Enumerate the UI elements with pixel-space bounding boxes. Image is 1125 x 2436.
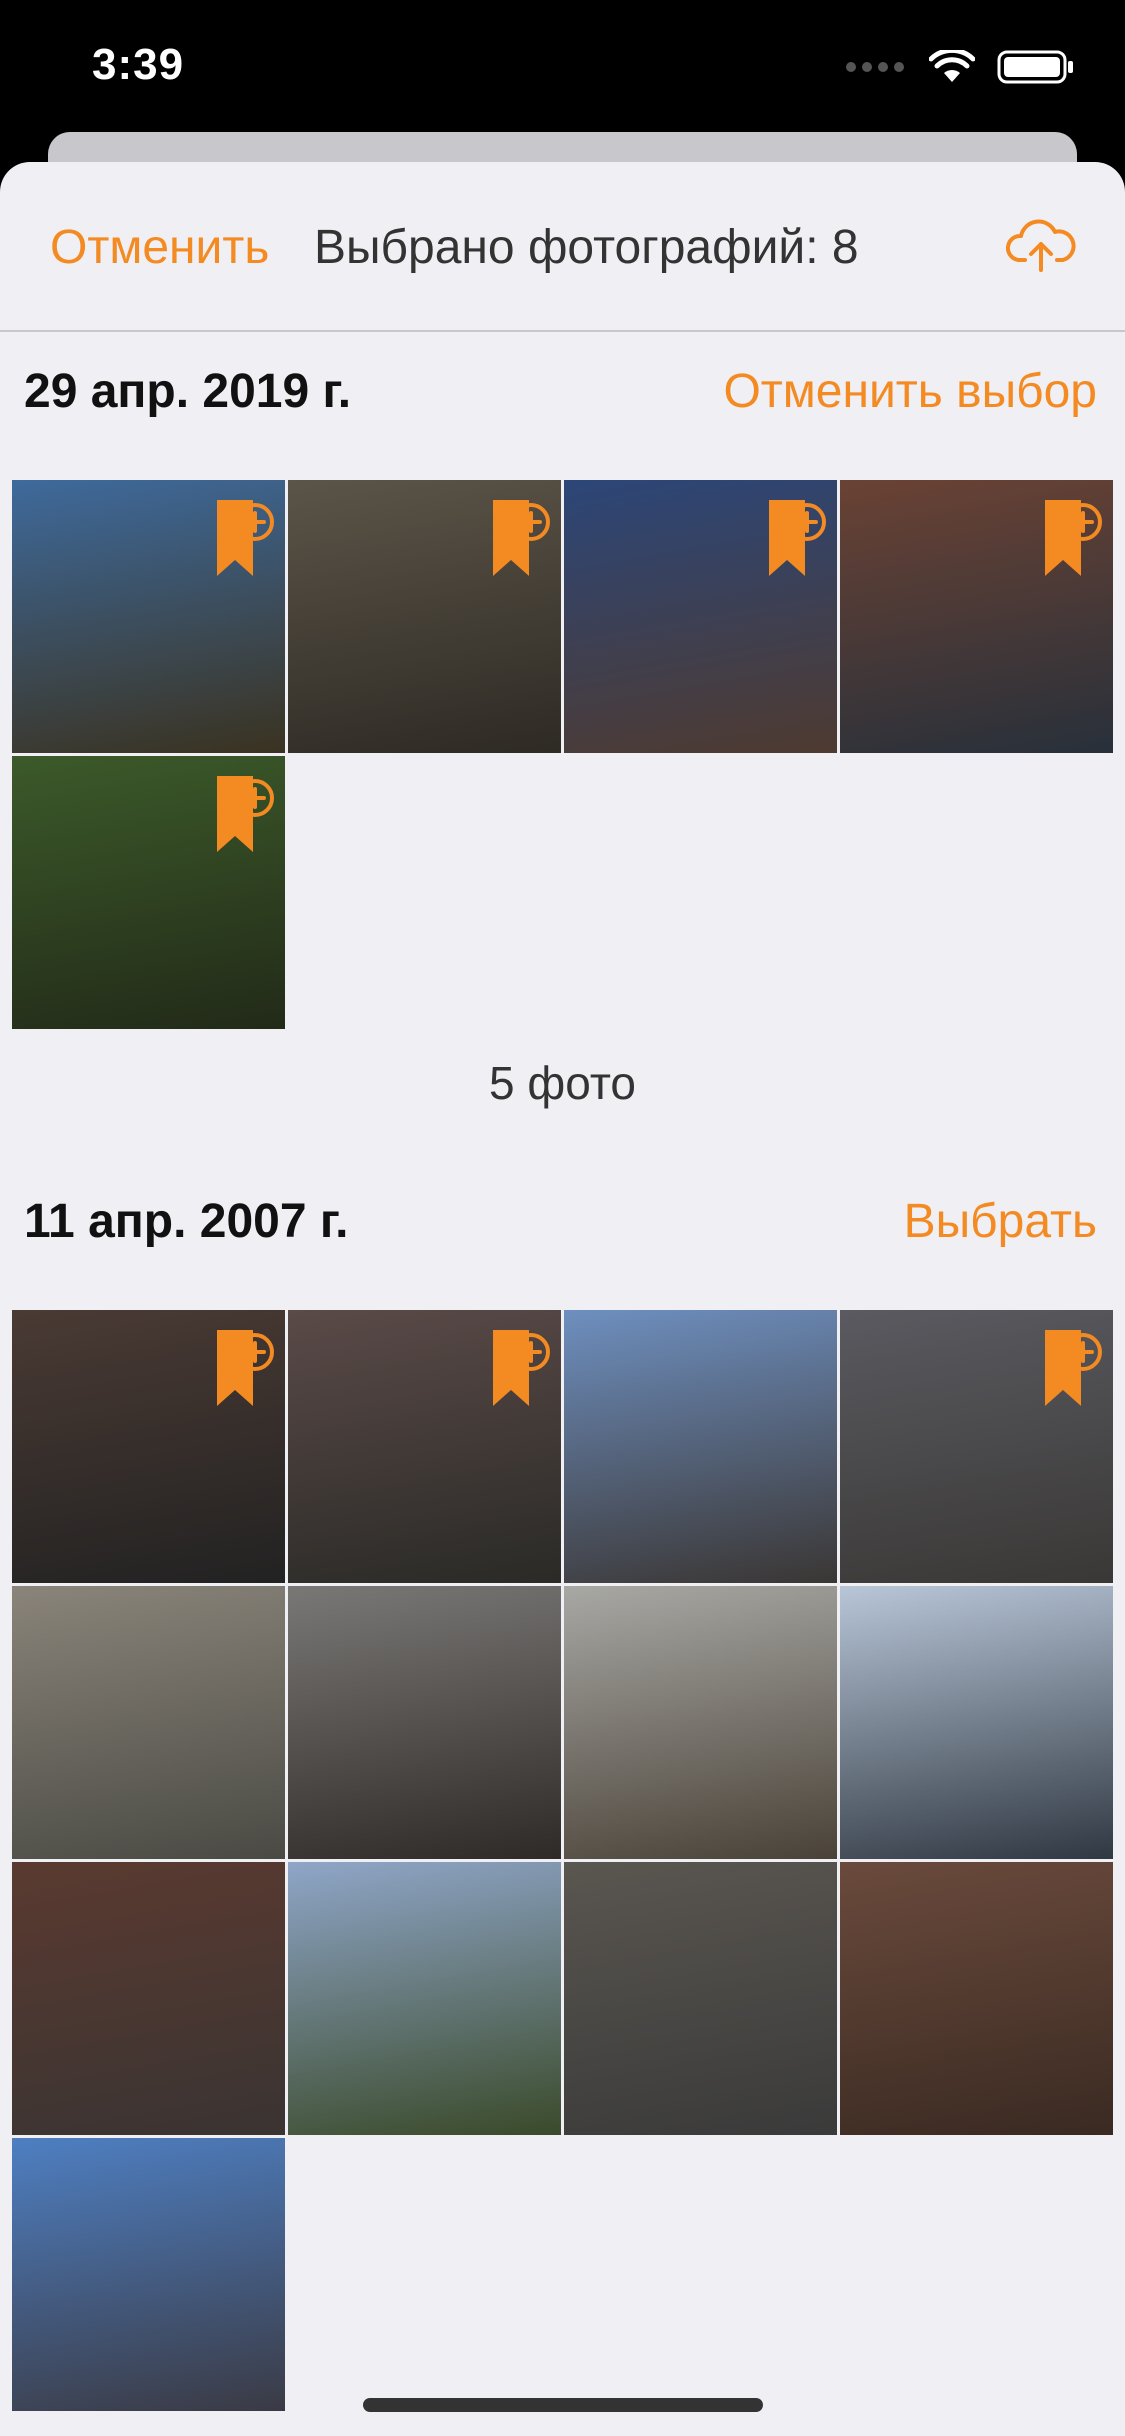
photo-thumbnail[interactable] [564,480,837,753]
status-icons [845,50,1075,84]
photo-thumbnail[interactable] [288,1310,561,1583]
bookmark-add-icon[interactable] [213,496,275,580]
wifi-icon [929,50,975,82]
home-indicator[interactable] [363,2398,763,2412]
navigation-bar: Отменить Выбрано фотографий: 8 [0,162,1125,332]
section-header: 29 апр. 2019 г. Отменить выбор [0,346,1125,436]
photo-thumbnail[interactable] [840,1862,1113,2135]
bookmark-add-icon[interactable] [489,496,551,580]
bookmark-add-icon[interactable] [1041,496,1103,580]
battery-icon [997,50,1073,84]
section-header: 11 апр. 2007 г. Выбрать [0,1176,1125,1266]
section-date: 11 апр. 2007 г. [24,1195,349,1248]
deselect-all-button[interactable]: Отменить выбор [723,364,1097,419]
photo-thumbnail[interactable] [840,1310,1113,1583]
bookmark-add-icon[interactable] [489,1326,551,1410]
photo-thumbnail[interactable] [564,1862,837,2135]
photo-thumbnail[interactable] [564,1586,837,1859]
select-button[interactable]: Выбрать [904,1194,1097,1249]
photo-thumbnail[interactable] [12,480,285,753]
cloud-upload-icon[interactable] [1005,214,1077,274]
photo-thumbnail[interactable] [840,480,1113,753]
photo-thumbnail[interactable] [12,1310,285,1583]
selection-count-title: Выбрано фотографий: 8 [314,221,859,274]
photo-thumbnail[interactable] [12,2138,285,2411]
photo-thumbnail[interactable] [288,1862,561,2135]
photo-thumbnail[interactable] [12,1862,285,2135]
photo-thumbnail[interactable] [840,1586,1113,1859]
photo-picker-sheet: Отменить Выбрано фотографий: 8 29 апр. 2… [0,162,1125,2436]
photo-thumbnail[interactable] [288,480,561,753]
photo-count-label: 5 фото [489,1057,636,1109]
photo-thumbnail[interactable] [12,1586,285,1859]
cancel-button[interactable]: Отменить [50,220,269,275]
photo-thumbnail[interactable] [12,756,285,1029]
bookmark-add-icon[interactable] [765,496,827,580]
photo-thumbnail[interactable] [288,1586,561,1859]
cellular-signal-icon [846,62,904,72]
status-time: 3:39 [92,40,185,89]
section-date: 29 апр. 2019 г. [24,365,352,418]
bookmark-add-icon[interactable] [1041,1326,1103,1410]
status-bar: 3:39 [0,0,1125,130]
photo-thumbnail[interactable] [564,1310,837,1583]
bookmark-add-icon[interactable] [213,1326,275,1410]
bookmark-add-icon[interactable] [213,772,275,856]
